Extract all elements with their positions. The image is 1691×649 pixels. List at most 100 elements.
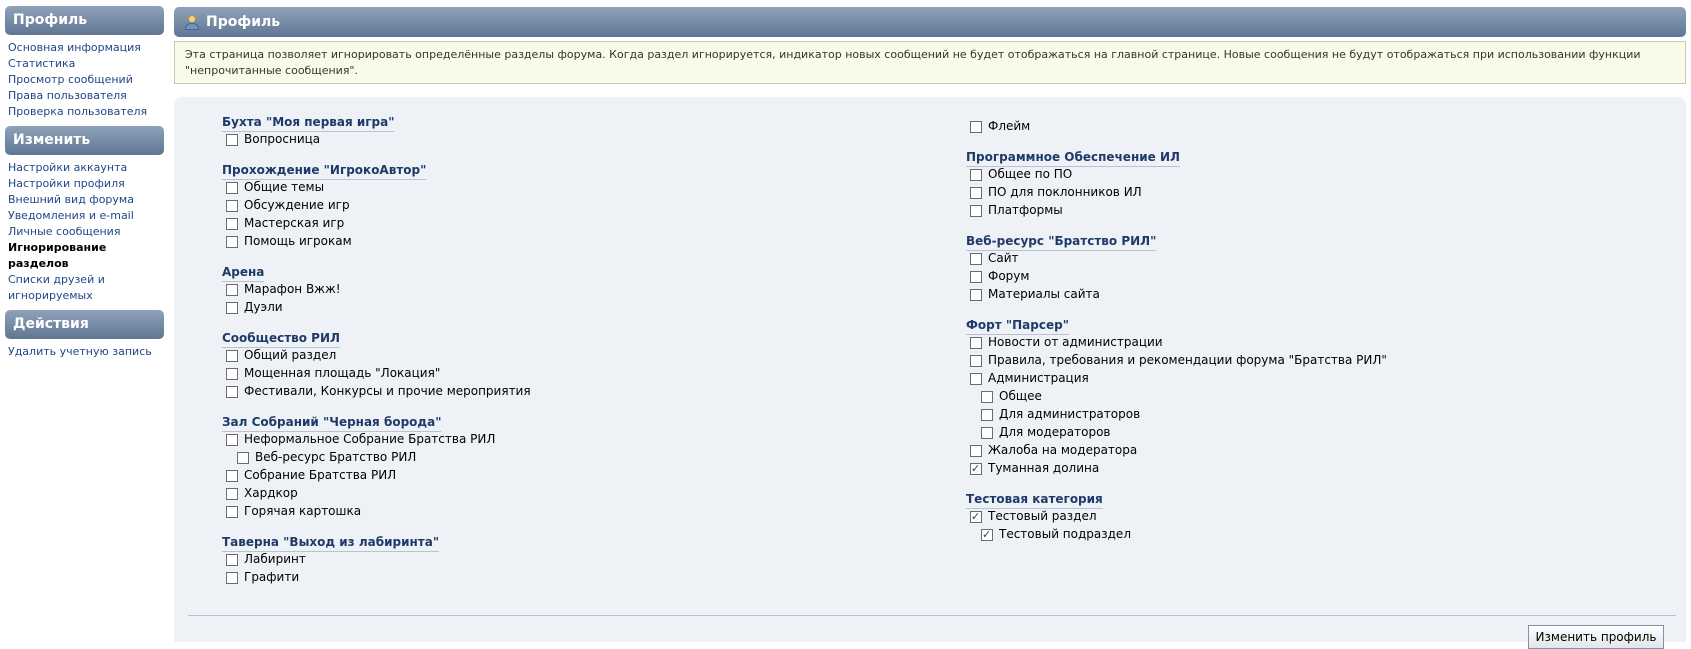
board-option[interactable]: Хардкор (226, 486, 298, 501)
board-label: Веб-ресурс Братство РИЛ (255, 450, 417, 464)
sidebar-link-permissions[interactable]: Права пользователя (8, 88, 164, 104)
category-title: Форт "Парсер" (966, 318, 1069, 335)
board-checkbox[interactable] (226, 349, 238, 362)
sidebar-link-notifications[interactable]: Уведомления и e-mail (8, 208, 164, 224)
board-option[interactable]: Общий раздел (226, 348, 336, 363)
board-option[interactable]: Для модераторов (981, 425, 1111, 440)
board-option[interactable]: Тестовый подраздел (981, 527, 1131, 542)
sidebar-header-actions: Действия (5, 310, 164, 339)
board-option[interactable]: Мастерская игр (226, 216, 344, 231)
page-title: Профиль (206, 14, 281, 30)
sidebar-link-account-settings[interactable]: Настройки аккаунта (8, 160, 164, 176)
sidebar-link-summary[interactable]: Основная информация (8, 40, 164, 56)
board-checkbox[interactable] (226, 301, 238, 314)
board-checkbox[interactable] (981, 426, 993, 439)
sidebar-header-change: Изменить (5, 126, 164, 155)
board-label: Общие темы (244, 180, 325, 194)
sidebar-link-personal-messages[interactable]: Личные сообщения (8, 224, 164, 240)
category-title: Веб-ресурс "Братство РИЛ" (966, 234, 1157, 251)
board-option[interactable]: Общие темы (226, 180, 324, 195)
board-option[interactable]: Помощь игрокам (226, 234, 352, 249)
board-checkbox[interactable] (226, 553, 238, 566)
board-option[interactable]: Общее (981, 389, 1042, 404)
board-label: Марафон Вжж! (244, 282, 341, 296)
board-option[interactable]: Графити (226, 570, 299, 585)
board-option[interactable]: Горячая картошка (226, 504, 361, 519)
board-checkbox[interactable] (226, 367, 238, 380)
board-checkbox[interactable] (970, 336, 982, 349)
board-checkbox[interactable] (981, 390, 993, 403)
board-checkbox[interactable] (226, 505, 238, 518)
change-profile-button[interactable]: Изменить профиль (1528, 625, 1664, 649)
board-checkbox[interactable] (970, 252, 982, 265)
board-label: Сайт (988, 251, 1019, 265)
info-notice: Эта страница позволяет игнорировать опре… (174, 41, 1686, 84)
board-checkbox[interactable] (226, 235, 238, 248)
board-option[interactable]: Флейм (970, 119, 1030, 134)
category-title: Таверна "Выход из лабиринта" (222, 535, 440, 552)
board-checkbox[interactable] (970, 204, 982, 217)
board-checkbox[interactable] (970, 288, 982, 301)
board-checkbox[interactable] (226, 181, 238, 194)
board-option[interactable]: Собрание Братства РИЛ (226, 468, 396, 483)
board-option[interactable]: Для администраторов (981, 407, 1140, 422)
board-checkbox[interactable] (970, 509, 982, 524)
sidebar-link-forum-appearance[interactable]: Внешний вид форума (8, 192, 164, 208)
board-option[interactable]: Обсуждение игр (226, 198, 350, 213)
board-checkbox[interactable] (981, 408, 993, 421)
board-option[interactable]: Материалы сайта (970, 287, 1100, 302)
board-checkbox[interactable] (970, 372, 982, 385)
board-checkbox[interactable] (970, 270, 982, 283)
sidebar-actions-links: Удалить учетную запись (5, 339, 164, 366)
board-option[interactable]: Фестивали, Конкурсы и прочие мероприятия (226, 384, 531, 399)
board-checkbox[interactable] (226, 199, 238, 212)
board-label: Мощенная площадь "Локация" (244, 366, 441, 380)
board-checkbox[interactable] (226, 385, 238, 398)
board-checkbox[interactable] (226, 133, 238, 146)
sidebar-link-profile-settings[interactable]: Настройки профиля (8, 176, 164, 192)
board-checkbox[interactable] (981, 527, 993, 542)
board-option[interactable]: Марафон Вжж! (226, 282, 341, 297)
board-checkbox[interactable] (226, 487, 238, 500)
board-checkbox[interactable] (237, 451, 249, 464)
sidebar-link-show-posts[interactable]: Просмотр сообщений (8, 72, 164, 88)
board-checkbox[interactable] (970, 186, 982, 199)
board-option[interactable]: Правила, требования и рекомендации форум… (970, 353, 1387, 368)
sidebar-link-buddy-ignore-lists[interactable]: Списки друзей и игнорируемых (8, 272, 164, 304)
board-checkbox[interactable] (970, 444, 982, 457)
sidebar-link-delete-account[interactable]: Удалить учетную запись (8, 344, 164, 360)
board-option[interactable]: Платформы (970, 203, 1063, 218)
board-option[interactable]: Форум (970, 269, 1029, 284)
board-checkbox[interactable] (226, 571, 238, 584)
category-title: Прохождение "ИгрокоАвтор" (222, 163, 427, 180)
board-checkbox[interactable] (970, 354, 982, 367)
board-option[interactable]: Тестовый раздел (970, 509, 1097, 524)
board-option[interactable]: ПО для поклонников ИЛ (970, 185, 1142, 200)
board-label: Тестовый подраздел (999, 527, 1131, 541)
board-option[interactable]: Сайт (970, 251, 1019, 266)
board-checkbox[interactable] (970, 461, 982, 476)
board-option[interactable]: Дуэли (226, 300, 283, 315)
board-label: Общий раздел (244, 348, 337, 362)
board-option[interactable]: Жалоба на модератора (970, 443, 1137, 458)
board-checkbox[interactable] (970, 120, 982, 133)
board-checkbox[interactable] (226, 283, 238, 296)
board-option[interactable]: Туманная долина (970, 461, 1099, 476)
board-checkbox[interactable] (970, 168, 982, 181)
board-option[interactable]: Веб-ресурс Братство РИЛ (237, 450, 416, 465)
board-option[interactable]: Администрация (970, 371, 1089, 386)
page-header: Профиль (174, 7, 1686, 37)
sidebar-link-statistics[interactable]: Статистика (8, 56, 164, 72)
board-checkbox[interactable] (226, 433, 238, 446)
board-checkbox[interactable] (226, 469, 238, 482)
board-option[interactable]: Неформальное Собрание Братства РИЛ (226, 432, 495, 447)
board-label: Для модераторов (999, 425, 1111, 439)
sidebar-link-track-user[interactable]: Проверка пользователя (8, 104, 164, 120)
board-option[interactable]: Общее по ПО (970, 167, 1072, 182)
board-checkbox[interactable] (226, 217, 238, 230)
board-option[interactable]: Новости от администрации (970, 335, 1163, 350)
board-option[interactable]: Мощенная площадь "Локация" (226, 366, 440, 381)
board-option[interactable]: Вопросница (226, 132, 320, 147)
board-option[interactable]: Лабиринт (226, 552, 306, 567)
category-title: Сообщество РИЛ (222, 331, 340, 348)
